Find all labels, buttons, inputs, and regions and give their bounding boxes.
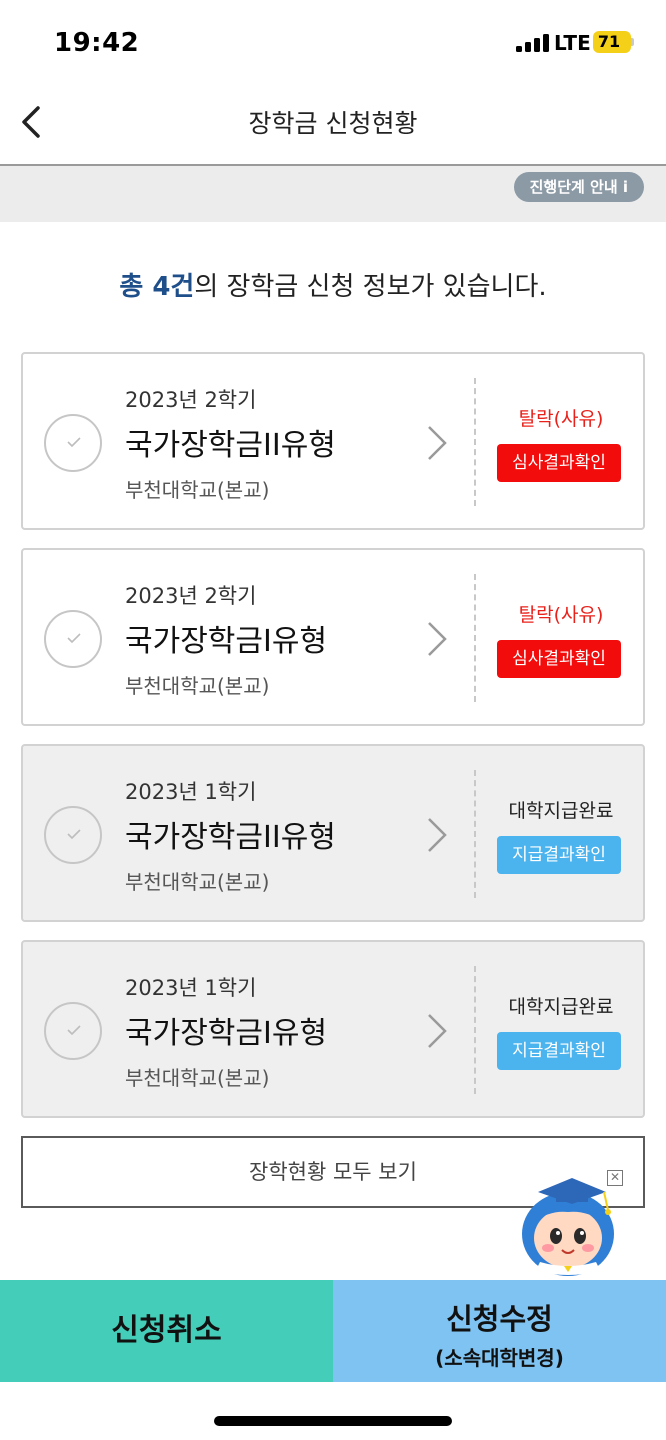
battery-level: 71: [597, 32, 621, 51]
network-label: LTE: [554, 31, 591, 55]
card-school: 부천대학교(본교): [125, 1066, 270, 1090]
card-status: 대학지급완료: [508, 996, 614, 1018]
stage-guide-button[interactable]: 진행단계 안내 i: [513, 172, 644, 202]
card-scholarship-type: 국가장학금I유형: [125, 1016, 328, 1051]
check-circle-icon: [44, 806, 102, 864]
home-indicator[interactable]: [214, 1416, 452, 1426]
review-result-button[interactable]: 심사결과확인: [497, 640, 621, 678]
card-divider: [474, 966, 476, 1094]
card-status[interactable]: 탈락(사유): [477, 600, 645, 627]
chevron-right-icon: [428, 426, 447, 460]
card-status: 대학지급완료: [508, 800, 614, 822]
cancel-application-button[interactable]: 신청취소: [0, 1280, 333, 1382]
payment-result-button[interactable]: 지급결과확인: [497, 1032, 621, 1070]
card-status[interactable]: 탈락(사유): [477, 404, 645, 431]
card-divider: [474, 378, 476, 506]
battery-cap: [631, 38, 634, 46]
scholarship-card[interactable]: 2023년 1학기 국가장학금I유형 부천대학교(본교) 대학지급완료 지급결과…: [21, 940, 645, 1118]
battery-icon: 71: [593, 31, 631, 53]
card-divider: [474, 574, 476, 702]
card-scholarship-type: 국가장학금II유형: [125, 820, 336, 855]
chevron-right-icon: [428, 818, 447, 852]
edit-application-sublabel: (소속대학변경): [435, 1346, 564, 1370]
page-title: 장학금 신청현황: [248, 109, 418, 138]
sub-toolbar: 진행단계 안내 i: [0, 166, 666, 222]
card-scholarship-type: 국가장학금I유형: [125, 624, 328, 659]
card-school: 부천대학교(본교): [125, 870, 270, 894]
check-circle-icon: [44, 414, 102, 472]
mascot-character[interactable]: [516, 1170, 626, 1280]
status-time: 19:42: [54, 28, 140, 58]
bottom-action-bar: 신청취소 신청수정 (소속대학변경): [0, 1280, 666, 1382]
close-square-icon[interactable]: ✕: [607, 1170, 623, 1186]
card-semester: 2023년 1학기: [125, 780, 257, 804]
summary-rest: 의 장학금 신청 정보가 있습니다.: [194, 272, 547, 302]
check-circle-icon: [44, 610, 102, 668]
edit-application-button[interactable]: 신청수정 (소속대학변경): [333, 1280, 666, 1382]
status-bar: 19:42 LTE 71: [0, 0, 666, 86]
card-semester: 2023년 2학기: [125, 388, 257, 412]
scholarship-card[interactable]: 2023년 2학기 국가장학금I유형 부천대학교(본교) 탈락(사유) 심사결과…: [21, 548, 645, 726]
card-scholarship-type: 국가장학금II유형: [125, 428, 336, 463]
summary-text: 총 4건의 장학금 신청 정보가 있습니다.: [0, 266, 666, 303]
app-header: 장학금 신청현황: [0, 86, 666, 164]
edit-application-label: 신청수정: [446, 1302, 553, 1336]
card-school: 부천대학교(본교): [125, 478, 270, 502]
payment-result-button[interactable]: 지급결과확인: [497, 836, 621, 874]
card-semester: 2023년 2학기: [125, 584, 257, 608]
signal-icon: [516, 34, 550, 52]
scholarship-card[interactable]: 2023년 2학기 국가장학금II유형 부천대학교(본교) 탈락(사유) 심사결…: [21, 352, 645, 530]
chevron-right-icon: [428, 1014, 447, 1048]
check-circle-icon: [44, 1002, 102, 1060]
card-semester: 2023년 1학기: [125, 976, 257, 1000]
scholarship-card[interactable]: 2023년 1학기 국가장학금II유형 부천대학교(본교) 대학지급완료 지급결…: [21, 744, 645, 922]
chevron-right-icon: [428, 622, 447, 656]
summary-count: 총 4건: [119, 272, 195, 302]
card-school: 부천대학교(본교): [125, 674, 270, 698]
review-result-button[interactable]: 심사결과확인: [497, 444, 621, 482]
card-divider: [474, 770, 476, 898]
